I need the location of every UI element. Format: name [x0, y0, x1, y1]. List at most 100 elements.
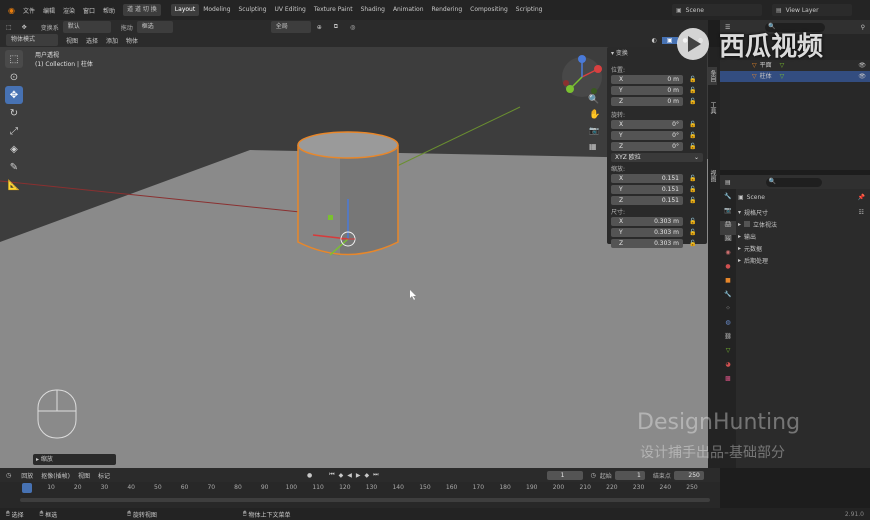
panel-post-processing[interactable]: ▸ 后期处理: [738, 254, 868, 266]
list-icon[interactable]: ☷: [859, 209, 868, 216]
lock-icon[interactable]: 🔓: [689, 240, 696, 247]
scale-icon[interactable]: ⤢: [5, 122, 23, 140]
location-field[interactable]: Z 0 m: [611, 96, 683, 106]
mode-dropdown[interactable]: 物体模式: [6, 34, 58, 46]
annotate-icon[interactable]: ✎: [5, 158, 23, 176]
tab-scripting[interactable]: Scripting: [512, 4, 547, 16]
jump-start-icon[interactable]: ⏮: [327, 471, 336, 479]
start-frame-field[interactable]: 1: [614, 470, 645, 480]
select-box-icon[interactable]: ⬚: [5, 50, 23, 68]
menu-add[interactable]: 添加: [102, 36, 122, 45]
menu-edit[interactable]: 编辑: [39, 6, 59, 15]
next-key-icon[interactable]: ◆: [363, 472, 372, 479]
timeline-menu-playback[interactable]: 回放: [17, 471, 37, 480]
jump-end-icon[interactable]: ⏭: [371, 471, 380, 479]
end-frame-field[interactable]: 250: [673, 470, 704, 480]
current-frame-field[interactable]: 1: [546, 470, 583, 480]
lock-icon[interactable]: 🔓: [689, 197, 696, 204]
properties-search[interactable]: 🔍: [765, 177, 822, 187]
modifier-tab-icon[interactable]: 🔧: [720, 291, 736, 305]
measure-icon[interactable]: 📐: [5, 176, 23, 194]
tab-tool[interactable]: 工具: [708, 99, 717, 117]
camera-icon[interactable]: 📷: [589, 126, 599, 135]
checkbox[interactable]: [744, 221, 751, 227]
menu-file[interactable]: 文件: [19, 6, 39, 15]
tab-sculpting[interactable]: Sculpting: [235, 4, 271, 16]
scene-selector[interactable]: ▣ Scene: [672, 4, 762, 16]
render-tab-icon[interactable]: 📷: [720, 207, 736, 221]
cursor-icon[interactable]: ⊙: [5, 68, 23, 86]
zoom-icon[interactable]: 🔍: [588, 95, 599, 105]
pivot-icon[interactable]: ⊕: [311, 24, 328, 31]
lock-icon[interactable]: 🔓: [689, 98, 696, 105]
scene-tab-icon[interactable]: ◉: [720, 249, 736, 263]
clock-icon[interactable]: ◷: [0, 472, 17, 479]
lock-icon[interactable]: 🔓: [689, 186, 696, 193]
lock-icon[interactable]: 🔓: [689, 121, 696, 128]
lock-icon[interactable]: 🔓: [689, 76, 696, 83]
view-layer-tab-icon[interactable]: 🖼: [720, 235, 736, 249]
timeline-scrollbar[interactable]: [20, 498, 710, 502]
prev-key-icon[interactable]: ◆: [337, 472, 346, 479]
3d-viewport[interactable]: 用户透视 (1) Collection | 柱体 ⬚ ⊙ ✥ ↻ ⤢ ◈ ✎ 📐…: [0, 47, 708, 468]
lock-icon[interactable]: 🔓: [689, 87, 696, 94]
drag-dropdown[interactable]: 框选: [136, 21, 173, 33]
timeline-menu-marker[interactable]: 标记: [94, 471, 114, 480]
blender-icon[interactable]: ◉: [4, 6, 19, 15]
tab-rendering[interactable]: Rendering: [428, 4, 467, 16]
transform-icon[interactable]: ◈: [5, 140, 23, 158]
timeline-menu-keying[interactable]: 抠像(插帧): [37, 471, 74, 480]
view-layer-selector[interactable]: ▤ View Layer: [772, 4, 852, 16]
dimensions-field[interactable]: Y 0.303 m: [611, 227, 683, 237]
transform-orientation-dropdown[interactable]: 默认: [62, 21, 111, 33]
play-icon[interactable]: ▶: [354, 472, 363, 479]
operator-panel[interactable]: ▸ 缩放: [33, 454, 116, 465]
lock-icon[interactable]: 🔓: [689, 175, 696, 182]
dimensions-field[interactable]: Z 0.303 m: [611, 238, 683, 248]
panel-format[interactable]: ▾ 规格尺寸 ☷: [738, 206, 868, 218]
overlay-icon[interactable]: ◐: [647, 37, 662, 44]
snap-icon[interactable]: ⧉: [328, 23, 344, 31]
menu-render[interactable]: 渲染: [59, 6, 79, 15]
perspective-grid-icon[interactable]: ▦: [589, 142, 597, 151]
move-icon[interactable]: ✥: [5, 86, 23, 104]
tab-shading[interactable]: Shading: [357, 4, 389, 16]
output-tab-icon[interactable]: 🖨: [720, 221, 736, 235]
tab-view[interactable]: 视图: [708, 167, 717, 185]
rotation-field[interactable]: Z 0°: [611, 141, 683, 151]
texture-tab-icon[interactable]: ▩: [720, 375, 736, 389]
properties-editor-icon[interactable]: ▤: [720, 179, 736, 186]
particles-tab-icon[interactable]: ⁘: [720, 305, 736, 319]
menu-help[interactable]: 帮助: [99, 6, 119, 15]
menu-object[interactable]: 物体: [122, 36, 142, 45]
lock-icon[interactable]: 🔓: [689, 218, 696, 225]
record-icon[interactable]: ●: [304, 472, 315, 479]
pin-icon[interactable]: 📌: [858, 194, 868, 201]
filter-icon[interactable]: ⚲: [856, 24, 870, 31]
menu-select[interactable]: 选择: [82, 36, 102, 45]
rotation-mode-dropdown[interactable]: XYZ 欧拉 ⌄: [611, 153, 703, 162]
timeline-menu-view[interactable]: 视图: [74, 471, 94, 480]
material-tab-icon[interactable]: ◕: [720, 361, 736, 375]
play-reverse-icon[interactable]: ◀: [345, 472, 354, 479]
tab-uv-editing[interactable]: UV Editing: [271, 4, 310, 16]
scale-field[interactable]: X 0.151: [611, 173, 683, 183]
location-field[interactable]: X 0 m: [611, 74, 683, 84]
eye-icon[interactable]: 👁: [858, 60, 870, 71]
dimensions-field[interactable]: X 0.303 m: [611, 216, 683, 226]
lock-icon[interactable]: 🔓: [689, 143, 696, 150]
rotation-field[interactable]: Y 0°: [611, 130, 683, 140]
frame-ruler[interactable]: 1102030405060708090100110120130140150160…: [0, 484, 720, 494]
object-tab-icon[interactable]: ■: [720, 277, 736, 291]
orientation-dropdown[interactable]: 全局: [270, 21, 311, 33]
panel-metadata[interactable]: ▸ 元数据: [738, 242, 868, 254]
menu-view[interactable]: 视图: [58, 36, 82, 45]
pan-hand-icon[interactable]: ✋: [589, 110, 600, 120]
proportional-icon[interactable]: ◎: [344, 24, 361, 31]
eye-icon[interactable]: 👁: [858, 71, 870, 82]
constraints-tab-icon[interactable]: ⛓: [720, 333, 736, 347]
tab-texture-paint[interactable]: Texture Paint: [310, 4, 357, 16]
navigation-gizmo[interactable]: [560, 55, 604, 99]
tab-modeling[interactable]: Modeling: [199, 4, 234, 16]
tool-tab-icon[interactable]: 🔧: [720, 193, 736, 207]
